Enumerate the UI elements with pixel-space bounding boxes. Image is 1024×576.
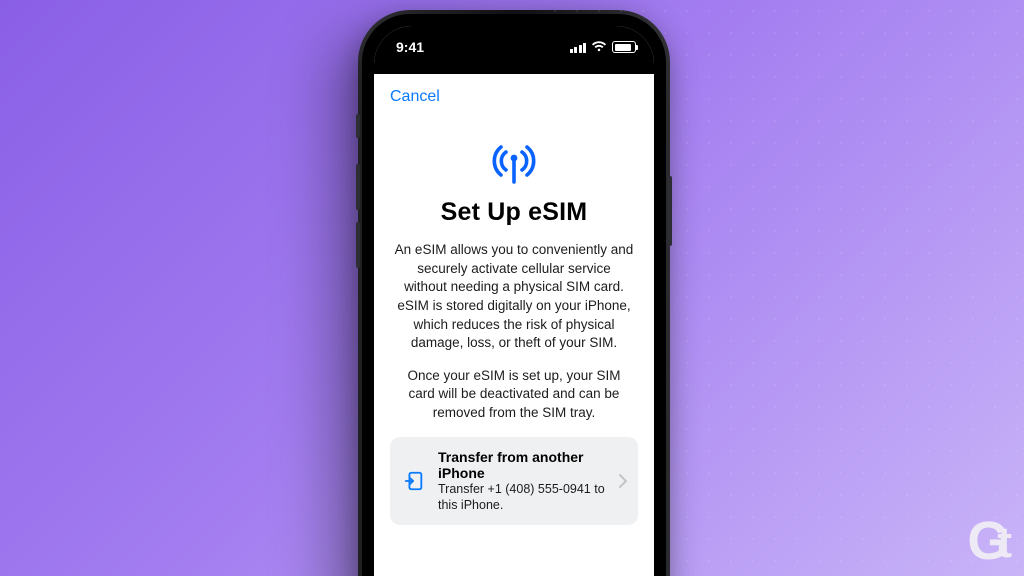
chevron-right-icon [619, 474, 628, 488]
watermark-logo: Gt [967, 510, 1010, 572]
screen: 9:41 Cancel [374, 26, 654, 576]
battery-icon [612, 41, 636, 53]
option-subtitle: Transfer +1 (408) 555-0941 to this iPhon… [438, 481, 607, 514]
iphone-frame: 9:41 Cancel [362, 14, 666, 576]
status-bar: 9:41 [374, 26, 654, 74]
description-paragraph-1: An eSIM allows you to conveniently and s… [390, 241, 638, 353]
page-title: Set Up eSIM [390, 198, 638, 227]
volume-up-button [356, 164, 360, 210]
volume-down-button [356, 222, 360, 268]
option-title: Transfer from another iPhone [438, 449, 607, 481]
antenna-icon [484, 140, 544, 184]
mute-switch [356, 114, 360, 138]
cellular-signal-icon [570, 41, 587, 53]
cancel-button[interactable]: Cancel [390, 88, 440, 106]
content-area: Cancel Set Up eSIM An eSIM allows you to… [374, 74, 654, 576]
status-time: 9:41 [396, 39, 424, 55]
description-paragraph-2: Once your eSIM is set up, your SIM card … [390, 367, 638, 423]
transfer-from-another-iphone-row[interactable]: Transfer from another iPhone Transfer +1… [390, 437, 638, 526]
power-button [668, 176, 672, 246]
transfer-in-icon [402, 469, 426, 493]
wifi-icon [591, 41, 607, 53]
